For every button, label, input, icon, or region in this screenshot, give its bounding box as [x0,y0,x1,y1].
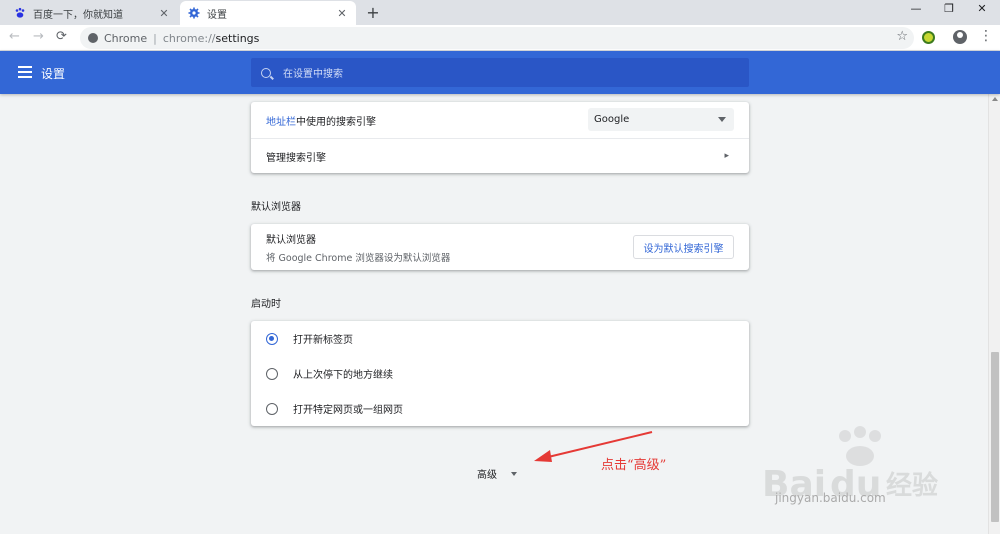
advanced-toggle[interactable]: 高级 [477,466,517,481]
default-browser-text: 默认浏览器 将 Google Chrome 浏览器设为默认浏览器 [266,231,450,264]
startup-option-label: 打开特定网页或一组网页 [293,405,403,416]
back-icon[interactable]: ← [9,29,20,44]
startup-card: 打开新标签页 从上次停下的地方继续 打开特定网页或一组网页 [251,321,749,426]
search-engine-row: 地址栏中使用的搜索引擎 Google [251,102,749,138]
radio-unselected[interactable] [266,402,278,415]
manage-search-engines-row[interactable]: 管理搜索引擎 ▸ [251,138,749,173]
tab-settings[interactable]: 设置 ✕ [180,1,356,25]
restore-button[interactable]: ❐ [931,2,967,15]
profile-avatar-icon[interactable] [953,30,967,44]
chevron-right-icon: ▸ [724,151,729,161]
scroll-up-arrow-icon[interactable] [992,97,998,101]
make-default-button[interactable]: 设为默认搜索引擎 [633,235,734,259]
new-tab-button[interactable]: + [364,3,382,22]
tab-title: 百度一下，你就知道 [33,9,123,21]
default-browser-row: 默认浏览器 将 Google Chrome 浏览器设为默认浏览器 设为默认搜索引… [251,224,749,270]
tab-strip: 百度一下，你就知道 ✕ 设置 ✕ + — ❐ ✕ [0,0,1000,25]
close-window-button[interactable]: ✕ [964,2,1000,15]
startup-option-continue[interactable]: 从上次停下的地方继续 [251,356,749,391]
default-browser-sublabel: 将 Google Chrome 浏览器设为默认浏览器 [266,252,451,264]
default-browser-section-title: 默认浏览器 [251,202,301,213]
gear-icon [188,7,200,19]
search-engine-select[interactable]: Google [588,108,734,131]
chrome-page-icon [88,33,98,43]
settings-content: 地址栏中使用的搜索引擎 Google 管理搜索引擎 ▸ 默认浏览器 默认浏览器 … [0,94,988,534]
advanced-label: 高级 [477,470,497,481]
settings-search-input[interactable]: 在设置中搜索 [251,58,749,87]
startup-option-label: 从上次停下的地方继续 [293,370,393,381]
scrollbar-thumb[interactable] [991,352,999,522]
hamburger-menu-icon[interactable] [18,66,32,78]
close-tab-icon[interactable]: ✕ [158,7,170,20]
tab-baidu[interactable]: 百度一下，你就知道 ✕ [6,1,178,25]
forward-icon[interactable]: → [33,29,44,44]
radio-unselected[interactable] [266,367,278,380]
radio-selected[interactable] [266,332,278,345]
chevron-down-icon [511,471,517,476]
browser-toolbar: ← → ⟳ Chrome | chrome:// settings ☆ ⋮ [0,25,1000,51]
minimize-button[interactable]: — [898,2,934,15]
default-browser-label: 默认浏览器 [266,234,316,246]
address-bar-link[interactable]: 地址栏 [266,117,296,128]
startup-section-title: 启动时 [251,299,281,310]
search-engine-selected: Google [594,114,630,125]
settings-header: 设置 在设置中搜索 [0,51,1000,94]
search-engine-label: 地址栏中使用的搜索引擎 [266,113,376,128]
dropdown-caret-icon [718,117,726,122]
svg-text:经验: 经验 [886,470,938,501]
watermark-url: jingyan.baidu.com [775,491,886,505]
search-engine-label-text: 中使用的搜索引擎 [296,116,376,128]
default-browser-card: 默认浏览器 将 Google Chrome 浏览器设为默认浏览器 设为默认搜索引… [251,224,749,270]
close-tab-icon[interactable]: ✕ [336,7,348,20]
address-bar[interactable]: Chrome | chrome:// settings ☆ [80,27,914,49]
address-scheme: chrome:// [162,31,216,45]
startup-option-specific-pages[interactable]: 打开特定网页或一组网页 [251,391,749,426]
extension-icon[interactable] [922,31,935,44]
page-scrollbar[interactable] [988,94,1000,534]
startup-option-new-tab[interactable]: 打开新标签页 [251,321,749,356]
startup-option-label: 打开新标签页 [293,335,353,346]
bookmark-star-icon[interactable]: ☆ [896,29,908,44]
chrome-menu-icon[interactable]: ⋮ [979,28,993,44]
reload-icon[interactable]: ⟳ [56,29,67,44]
search-icon [261,67,271,78]
tab-title: 设置 [207,9,227,21]
address-site: Chrome [104,31,148,45]
annotation-text: 点击“高级” [601,458,667,473]
address-separator: | [153,31,157,45]
search-engine-card: 地址栏中使用的搜索引擎 Google 管理搜索引擎 ▸ [251,102,749,173]
baidu-paw-icon [14,7,26,19]
manage-search-engines-label: 管理搜索引擎 [266,152,326,164]
address-path: settings [215,31,260,45]
page-title: 设置 [41,67,66,81]
search-placeholder: 在设置中搜索 [283,69,343,80]
